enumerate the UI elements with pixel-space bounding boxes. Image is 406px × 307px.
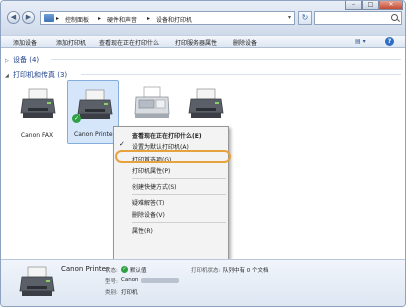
fax-icon <box>134 86 170 118</box>
control-panel-icon <box>44 14 54 22</box>
printer-icon <box>188 88 224 118</box>
breadcrumb-hardware-sound[interactable]: 硬件和声音 <box>107 15 137 24</box>
device-canon-fax[interactable]: Canon FAX <box>11 80 63 144</box>
remove-device-button[interactable]: 删除设备 <box>233 38 257 47</box>
menu-item-printer-properties[interactable]: 打印机属性(P) <box>132 166 170 175</box>
breadcrumb-sep: ▸ <box>147 15 151 22</box>
breadcrumb-control-panel[interactable]: 控制面板 <box>65 15 89 24</box>
print-server-properties-button[interactable]: 打印服务器属性 <box>175 38 217 47</box>
printer-context-menu: 查看现在正在打印什么(E) ✓ 设置为默认打印机(A) 打印首选项(G) 打印机… <box>113 126 229 261</box>
menu-separator <box>132 194 226 195</box>
add-device-button[interactable]: 添加设备 <box>13 38 37 47</box>
details-device-name: Canon Printer <box>61 265 109 273</box>
view-options-button[interactable]: ▤ ▾ <box>355 38 366 45</box>
menu-item-remove-device[interactable]: 删除设备(V) <box>132 210 165 219</box>
group-divider <box>51 59 401 60</box>
details-printer-status-value: 队列中有 0 个文档 <box>223 268 269 274</box>
breadcrumb-devices-printers[interactable]: 设备和打印机 <box>156 15 192 24</box>
search-input[interactable] <box>314 11 402 25</box>
help-button[interactable]: ? <box>385 37 394 46</box>
add-printer-button[interactable]: 添加打印机 <box>56 38 86 47</box>
address-bar[interactable]: ▸ 控制面板 ▸ 硬件和声音 ▸ 设备和打印机 ▾ <box>40 11 295 25</box>
menu-separator <box>132 178 226 179</box>
devices-and-printers-window: – □ ✕ ◀ ▶ ▸ 控制面板 ▸ 硬件和声音 ▸ 设备和打印机 ▾ ↻ 添加… <box>0 0 406 307</box>
device-canon-printer[interactable]: ✓ Canon Printer <box>67 80 119 144</box>
group-printers-header[interactable]: ◢ 打印机和传真 (3) <box>5 70 67 80</box>
collapse-arrow-icon: ◢ <box>5 73 9 79</box>
menu-item-create-shortcut[interactable]: 创建快捷方式(S) <box>132 182 177 191</box>
group-printers-label: 打印机和传真 (3) <box>13 71 68 79</box>
printer-icon <box>77 89 113 119</box>
details-state-label: 状态: <box>105 268 118 274</box>
breadcrumb-sep: ▸ <box>56 15 60 22</box>
breadcrumb-sep: ▸ <box>98 15 102 22</box>
command-toolbar: 添加设备 添加打印机 查看现在正在打印什么 打印服务器属性 删除设备 ▤ ▾ ? <box>1 35 405 48</box>
device-label: Canon FAX <box>20 132 54 139</box>
minimize-button[interactable]: – <box>345 1 362 10</box>
highlight-ring <box>115 150 231 163</box>
default-printer-check-icon: ✓ <box>72 114 81 123</box>
refresh-icon: ↻ <box>301 13 309 22</box>
details-category-value: 打印机 <box>121 290 138 296</box>
menu-separator <box>132 222 226 223</box>
details-category-label: 类别: <box>105 290 118 296</box>
details-printer-status-label: 打印机状态: <box>191 268 221 274</box>
menu-item-troubleshoot[interactable]: 疑难解答(T) <box>132 198 164 207</box>
group-divider <box>81 74 401 75</box>
search-icon <box>391 14 398 21</box>
details-model-value: Canon <box>121 277 139 283</box>
forward-button[interactable]: ▶ <box>22 11 35 24</box>
printer-icon <box>20 88 56 118</box>
group-devices-header[interactable]: ▷ 设备 (4) <box>5 55 39 65</box>
menu-item-properties[interactable]: 属性(R) <box>132 226 153 235</box>
menu-item-see-whats-printing[interactable]: 查看现在正在打印什么(E) <box>132 131 202 140</box>
address-dropdown-icon[interactable]: ▾ <box>288 14 291 21</box>
expand-arrow-icon: ▷ <box>5 58 9 64</box>
checkmark-icon: ✓ <box>119 140 125 148</box>
group-devices-label: 设备 (4) <box>13 56 40 64</box>
redacted-model-text <box>141 278 179 283</box>
close-button[interactable]: ✕ <box>379 1 403 10</box>
title-bar: – □ ✕ ◀ ▶ ▸ 控制面板 ▸ 硬件和声音 ▸ 设备和打印机 ▾ ↻ <box>1 1 405 35</box>
details-state-value: 默认值 <box>130 268 147 274</box>
printer-icon <box>19 266 55 296</box>
default-check-icon: ✓ <box>121 266 128 273</box>
window-controls: – □ ✕ <box>345 1 403 10</box>
see-whats-printing-button[interactable]: 查看现在正在打印什么 <box>99 38 159 47</box>
back-button[interactable]: ◀ <box>7 11 20 24</box>
maximize-button[interactable]: □ <box>362 1 379 10</box>
details-pane: Canon Printer 状态: ✓ 默认值 型号: Canon 类别: 打印… <box>1 259 405 306</box>
details-model-label: 型号: <box>105 279 118 285</box>
refresh-button[interactable]: ↻ <box>298 11 312 25</box>
